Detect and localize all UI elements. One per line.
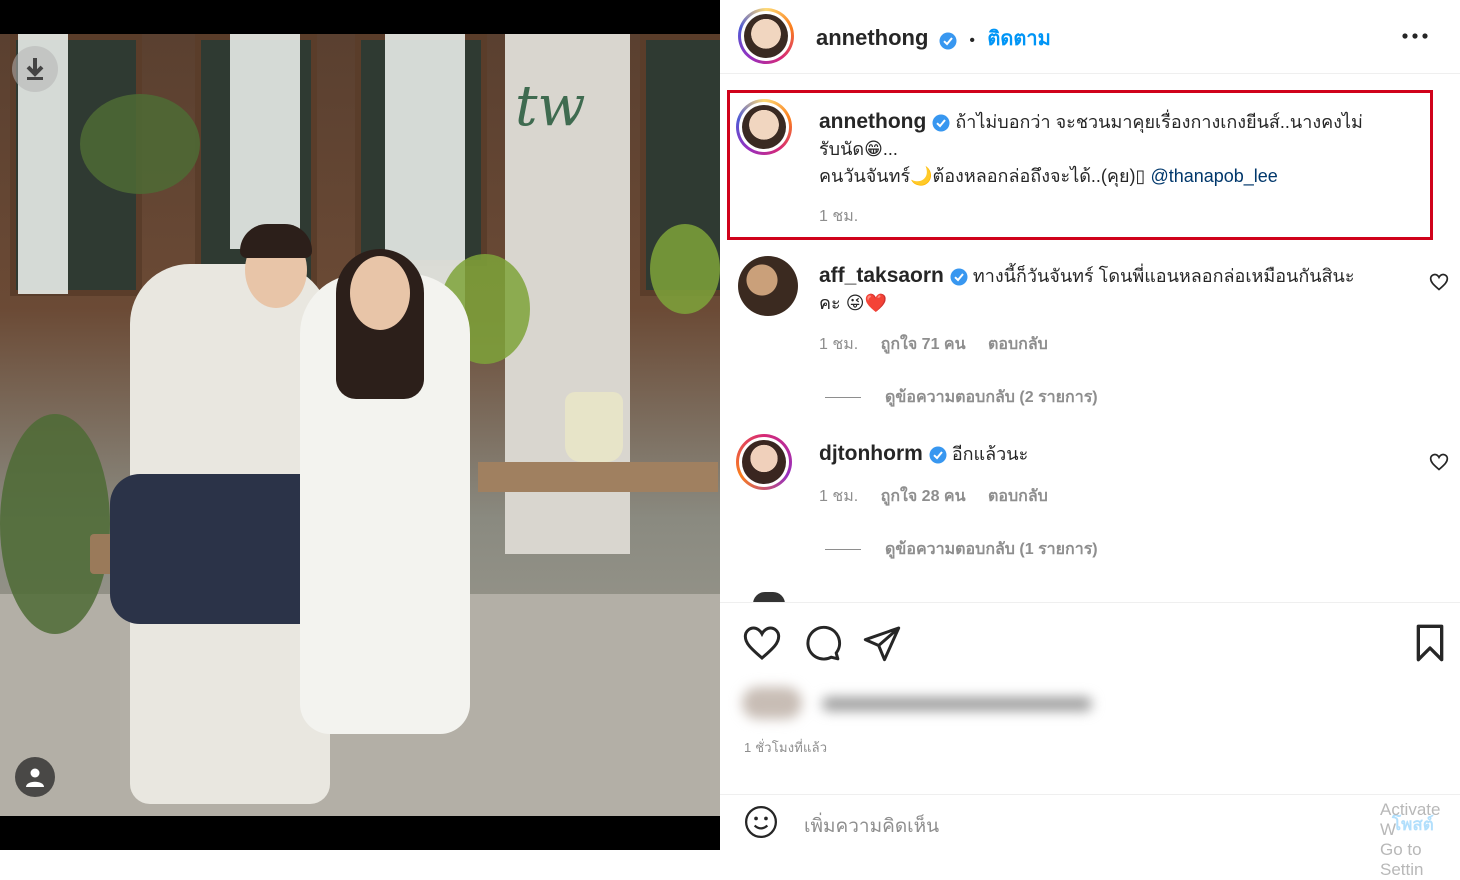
heart-icon[interactable]	[742, 623, 782, 663]
view-replies-label: ดูข้อความตอบกลับ (1 รายการ)	[885, 541, 1098, 558]
separator-dot: •	[969, 32, 975, 49]
os-watermark: Activate W Go to Settin	[1380, 800, 1460, 880]
heart-icon[interactable]	[1429, 272, 1449, 292]
comment: aff_taksaorn ทางนี้ก็วันจันทร์ โดนพี่แอน…	[819, 262, 1419, 317]
caption-username[interactable]: annethong	[819, 110, 926, 133]
user-tag-icon[interactable]	[15, 757, 55, 797]
reply-divider	[825, 549, 861, 551]
add-comment-bar: เพิ่มความคิดเห็น โพสต์	[720, 794, 1460, 851]
heart-icon[interactable]	[1429, 452, 1449, 472]
comment-meta: 1 ชม. ถูกใจ 71 คน ตอบกลับ	[819, 332, 1066, 357]
next-comment-avatar	[753, 592, 785, 602]
bookmark-icon[interactable]	[1410, 623, 1450, 663]
comment-time[interactable]: 1 ชม.	[819, 336, 858, 353]
watermark-line: Activate W	[1380, 800, 1441, 839]
head	[350, 256, 410, 330]
download-icon[interactable]	[12, 46, 58, 92]
avatar[interactable]	[738, 256, 798, 316]
caption-time[interactable]: 1 ชม.	[819, 208, 858, 225]
post-header: annethong • ติดตาม	[720, 0, 1460, 74]
comment-text: คะ 😜❤️	[819, 293, 887, 313]
comment-username[interactable]: aff_taksaorn	[819, 264, 944, 287]
emoji-icon[interactable]	[744, 805, 778, 839]
view-replies-button[interactable]: ดูข้อความตอบกลับ (2 รายการ)	[825, 385, 1098, 410]
more-icon[interactable]	[1402, 28, 1428, 46]
view-replies-button[interactable]: ดูข้อความตอบกลับ (1 รายการ)	[825, 537, 1098, 562]
comment-likes[interactable]: ถูกใจ 71 คน	[881, 336, 966, 353]
post-photo[interactable]: tw	[0, 34, 720, 816]
verified-icon	[929, 446, 947, 464]
comment-input[interactable]: เพิ่มความคิดเห็น	[804, 811, 939, 841]
comment-username[interactable]: djtonhorm	[819, 442, 923, 465]
reply-button[interactable]: ตอบกลับ	[988, 336, 1048, 353]
verified-icon	[932, 114, 950, 132]
comment: djtonhorm อีกแล้วนะ	[819, 440, 1419, 468]
verified-icon	[939, 32, 957, 50]
plant	[80, 94, 200, 194]
comments-list: annethong ถ้าไม่บอกว่า จะชวนมาคุยเรื่องก…	[720, 74, 1460, 602]
comment-icon[interactable]	[802, 623, 842, 663]
verified-icon	[950, 268, 968, 286]
post-details: annethong • ติดตาม annethong ถ้าไม่บอกว่…	[720, 0, 1460, 879]
hair	[240, 224, 312, 258]
view-replies-label: ดูข้อความตอบกลับ (2 รายการ)	[885, 389, 1098, 406]
caption-text-line: รับนัด😁...	[819, 139, 898, 159]
photo-pane: tw	[0, 0, 720, 850]
post-timestamp[interactable]: 1 ชั่วโมงที่แล้ว	[744, 737, 827, 758]
reply-divider	[825, 397, 861, 399]
plant	[650, 224, 720, 314]
author-username[interactable]: annethong	[816, 25, 928, 50]
plant-pot	[565, 392, 623, 462]
comment-text: อีกแล้วนะ	[951, 444, 1029, 464]
action-bar: 1 ชั่วโมงที่แล้ว	[720, 602, 1460, 809]
watermark-line: Go to Settin	[1380, 840, 1424, 879]
follow-button[interactable]: ติดตาม	[987, 28, 1050, 50]
reply-button[interactable]: ตอบกลับ	[988, 488, 1048, 505]
comment-time[interactable]: 1 ชม.	[819, 488, 858, 505]
avatar[interactable]	[738, 8, 794, 64]
comment-likes[interactable]: ถูกใจ 28 คน	[881, 488, 966, 505]
comment-text: ทางนี้ก็วันจันทร์ โดนพี่แอนหลอกล่อเหมือน…	[972, 266, 1355, 286]
mention-link[interactable]: @thanapob_lee	[1150, 166, 1277, 186]
share-icon[interactable]	[862, 623, 902, 663]
caption: annethong ถ้าไม่บอกว่า จะชวนมาคุยเรื่องก…	[819, 108, 1419, 190]
comment-meta: 1 ชม. ถูกใจ 28 คน ตอบกลับ	[819, 484, 1066, 509]
caption-text-line: ถ้าไม่บอกว่า จะชวนมาคุยเรื่องกางเกงยีนส์…	[955, 112, 1363, 132]
avatar[interactable]	[736, 99, 792, 155]
caption-meta: 1 ชม.	[819, 204, 876, 229]
curtain	[230, 34, 300, 249]
wooden-table	[478, 462, 718, 492]
liked-by-blurred	[742, 687, 1102, 723]
caption-text-line: คนวันจันทร์🌙ต้องหลอกล่อถึงจะได้..(คุย)▯	[819, 166, 1146, 186]
plant	[0, 414, 110, 634]
avatar[interactable]	[736, 434, 792, 490]
wall-sign: tw	[515, 74, 586, 139]
